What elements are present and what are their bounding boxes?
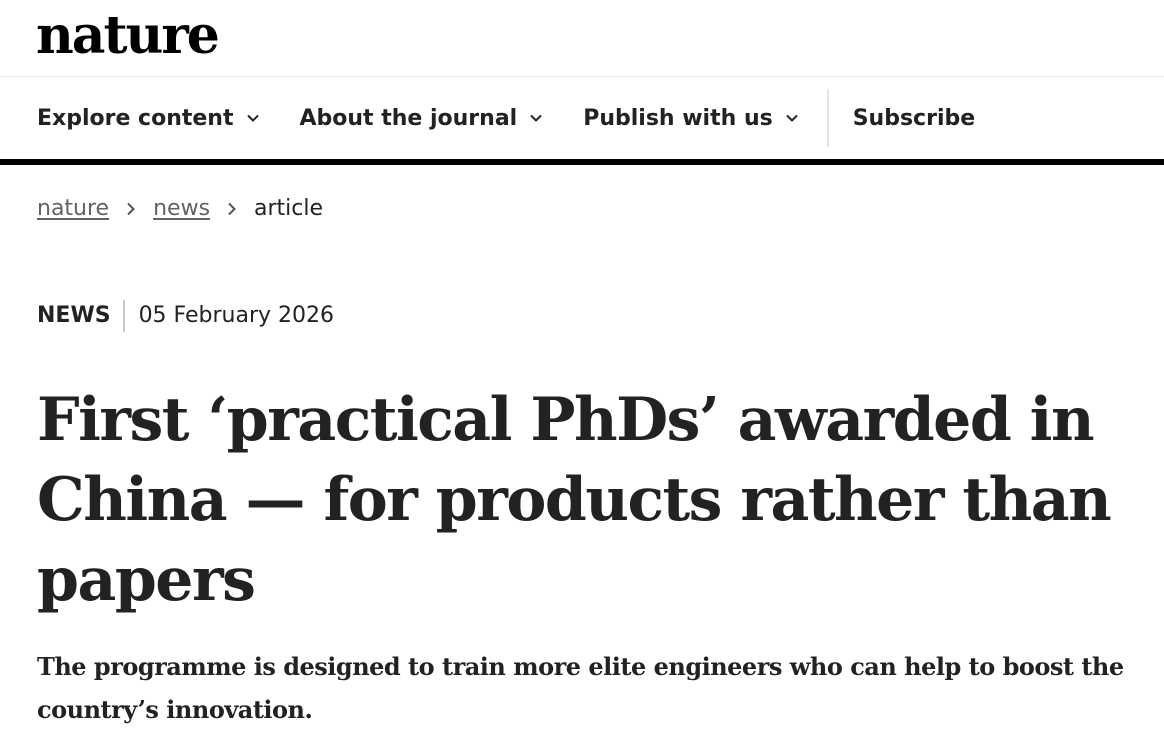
main-nav: Explore content About the journal Publis… [0, 77, 1164, 165]
article-date: 05 February 2026 [138, 303, 335, 328]
breadcrumb-news[interactable]: news [153, 196, 210, 221]
nav-explore-content-label: Explore content [37, 105, 234, 131]
article-standfirst: The programme is designed to train more … [37, 652, 1124, 724]
nature-logo[interactable]: nature [36, 0, 220, 72]
breadcrumb: nature news article [37, 196, 323, 221]
masthead: nature [0, 0, 1164, 77]
breadcrumb-current: article [254, 196, 324, 221]
article-meta: NEWS 05 February 2026 [37, 300, 334, 332]
chevron-down-icon [530, 114, 542, 122]
article-type: NEWS [37, 300, 125, 332]
nav-explore-content[interactable]: Explore content [37, 106, 260, 131]
breadcrumb-nature[interactable]: nature [37, 196, 109, 221]
chevron-down-icon [246, 114, 259, 122]
nav-divider [826, 89, 829, 147]
nav-publish-with-us[interactable]: Publish with us [583, 106, 799, 131]
nav-about-the-journal[interactable]: About the journal [300, 106, 544, 131]
nav-about-the-journal-label: About the journal [299, 105, 518, 131]
nav-publish-with-us-label: Publish with us [583, 105, 773, 131]
chevron-down-icon [785, 114, 798, 122]
subscribe-link[interactable]: Subscribe [853, 106, 975, 131]
chevron-right-icon [228, 202, 236, 215]
chevron-right-icon [127, 202, 136, 215]
article-title: First ‘practical PhDs’ awarded in China … [37, 385, 1112, 615]
